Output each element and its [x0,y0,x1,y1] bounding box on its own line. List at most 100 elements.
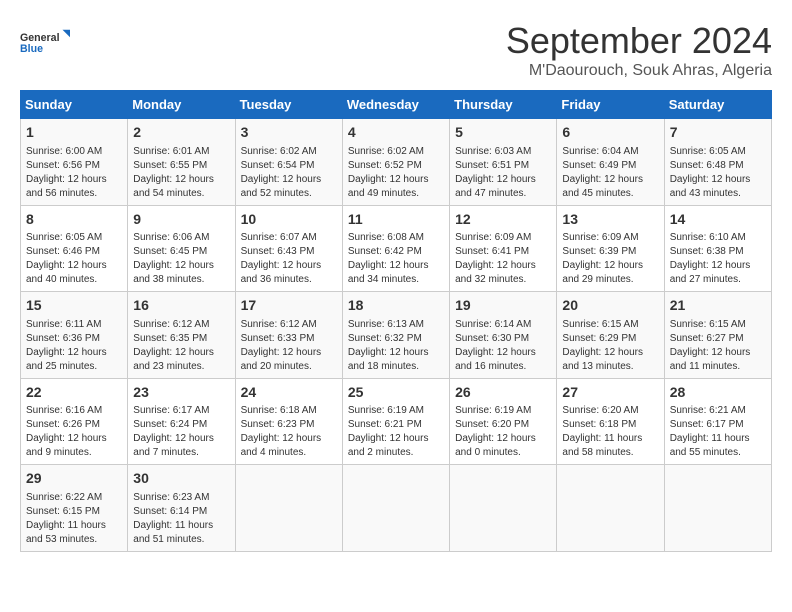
calendar-day-cell: 15Sunrise: 6:11 AM Sunset: 6:36 PM Dayli… [21,292,128,379]
calendar-day-cell: 27Sunrise: 6:20 AM Sunset: 6:18 PM Dayli… [557,378,664,465]
day-number: 10 [241,210,337,230]
calendar-day-cell: 24Sunrise: 6:18 AM Sunset: 6:23 PM Dayli… [235,378,342,465]
day-info: Sunrise: 6:22 AM Sunset: 6:15 PM Dayligh… [26,491,122,547]
day-number: 26 [455,383,551,403]
day-info: Sunrise: 6:04 AM Sunset: 6:49 PM Dayligh… [562,145,658,201]
svg-text:General: General [20,32,60,44]
day-info: Sunrise: 6:14 AM Sunset: 6:30 PM Dayligh… [455,318,551,374]
day-number: 11 [348,210,444,230]
calendar-day-cell: 7Sunrise: 6:05 AM Sunset: 6:48 PM Daylig… [664,119,771,206]
calendar-week-row: 8Sunrise: 6:05 AM Sunset: 6:46 PM Daylig… [21,205,772,292]
day-info: Sunrise: 6:12 AM Sunset: 6:35 PM Dayligh… [133,318,229,374]
day-number: 29 [26,469,122,489]
day-info: Sunrise: 6:20 AM Sunset: 6:18 PM Dayligh… [562,404,658,460]
day-header: Sunday [21,91,128,119]
day-number: 27 [562,383,658,403]
day-info: Sunrise: 6:06 AM Sunset: 6:45 PM Dayligh… [133,231,229,287]
calendar-day-cell: 10Sunrise: 6:07 AM Sunset: 6:43 PM Dayli… [235,205,342,292]
logo-icon: General Blue [20,20,70,65]
day-header: Wednesday [342,91,449,119]
day-number: 22 [26,383,122,403]
calendar-day-cell [342,465,449,552]
calendar-day-cell: 26Sunrise: 6:19 AM Sunset: 6:20 PM Dayli… [450,378,557,465]
calendar-day-cell [450,465,557,552]
title-block: September 2024 M'Daourouch, Souk Ahras, … [506,20,772,80]
calendar-day-cell: 13Sunrise: 6:09 AM Sunset: 6:39 PM Dayli… [557,205,664,292]
calendar-day-cell: 11Sunrise: 6:08 AM Sunset: 6:42 PM Dayli… [342,205,449,292]
calendar-day-cell: 18Sunrise: 6:13 AM Sunset: 6:32 PM Dayli… [342,292,449,379]
calendar-day-cell: 4Sunrise: 6:02 AM Sunset: 6:52 PM Daylig… [342,119,449,206]
calendar-day-cell: 16Sunrise: 6:12 AM Sunset: 6:35 PM Dayli… [128,292,235,379]
calendar-day-cell: 25Sunrise: 6:19 AM Sunset: 6:21 PM Dayli… [342,378,449,465]
calendar-week-row: 22Sunrise: 6:16 AM Sunset: 6:26 PM Dayli… [21,378,772,465]
calendar-day-cell: 20Sunrise: 6:15 AM Sunset: 6:29 PM Dayli… [557,292,664,379]
calendar-day-cell: 29Sunrise: 6:22 AM Sunset: 6:15 PM Dayli… [21,465,128,552]
day-number: 7 [670,123,766,143]
calendar-day-cell: 28Sunrise: 6:21 AM Sunset: 6:17 PM Dayli… [664,378,771,465]
day-number: 25 [348,383,444,403]
day-number: 5 [455,123,551,143]
calendar-day-cell: 21Sunrise: 6:15 AM Sunset: 6:27 PM Dayli… [664,292,771,379]
calendar-day-cell: 30Sunrise: 6:23 AM Sunset: 6:14 PM Dayli… [128,465,235,552]
day-header: Tuesday [235,91,342,119]
day-info: Sunrise: 6:18 AM Sunset: 6:23 PM Dayligh… [241,404,337,460]
header-row: SundayMondayTuesdayWednesdayThursdayFrid… [21,91,772,119]
day-info: Sunrise: 6:00 AM Sunset: 6:56 PM Dayligh… [26,145,122,201]
calendar-day-cell: 6Sunrise: 6:04 AM Sunset: 6:49 PM Daylig… [557,119,664,206]
day-info: Sunrise: 6:19 AM Sunset: 6:20 PM Dayligh… [455,404,551,460]
day-info: Sunrise: 6:17 AM Sunset: 6:24 PM Dayligh… [133,404,229,460]
day-number: 16 [133,296,229,316]
location: M'Daourouch, Souk Ahras, Algeria [506,62,772,80]
day-info: Sunrise: 6:16 AM Sunset: 6:26 PM Dayligh… [26,404,122,460]
calendar-day-cell: 23Sunrise: 6:17 AM Sunset: 6:24 PM Dayli… [128,378,235,465]
day-number: 24 [241,383,337,403]
day-number: 12 [455,210,551,230]
day-number: 6 [562,123,658,143]
day-number: 30 [133,469,229,489]
month-title: September 2024 [506,20,772,62]
day-info: Sunrise: 6:02 AM Sunset: 6:52 PM Dayligh… [348,145,444,201]
day-number: 23 [133,383,229,403]
day-info: Sunrise: 6:23 AM Sunset: 6:14 PM Dayligh… [133,491,229,547]
day-number: 3 [241,123,337,143]
calendar-week-row: 29Sunrise: 6:22 AM Sunset: 6:15 PM Dayli… [21,465,772,552]
day-number: 14 [670,210,766,230]
day-info: Sunrise: 6:07 AM Sunset: 6:43 PM Dayligh… [241,231,337,287]
day-number: 9 [133,210,229,230]
day-info: Sunrise: 6:09 AM Sunset: 6:39 PM Dayligh… [562,231,658,287]
day-header: Friday [557,91,664,119]
day-info: Sunrise: 6:15 AM Sunset: 6:27 PM Dayligh… [670,318,766,374]
day-info: Sunrise: 6:10 AM Sunset: 6:38 PM Dayligh… [670,231,766,287]
calendar-day-cell: 3Sunrise: 6:02 AM Sunset: 6:54 PM Daylig… [235,119,342,206]
day-number: 13 [562,210,658,230]
day-info: Sunrise: 6:03 AM Sunset: 6:51 PM Dayligh… [455,145,551,201]
calendar-day-cell: 1Sunrise: 6:00 AM Sunset: 6:56 PM Daylig… [21,119,128,206]
calendar-day-cell: 17Sunrise: 6:12 AM Sunset: 6:33 PM Dayli… [235,292,342,379]
day-number: 1 [26,123,122,143]
day-number: 21 [670,296,766,316]
page-header: General Blue September 2024 M'Daourouch,… [20,20,772,80]
day-info: Sunrise: 6:15 AM Sunset: 6:29 PM Dayligh… [562,318,658,374]
calendar-day-cell: 9Sunrise: 6:06 AM Sunset: 6:45 PM Daylig… [128,205,235,292]
calendar-day-cell [235,465,342,552]
calendar-week-row: 15Sunrise: 6:11 AM Sunset: 6:36 PM Dayli… [21,292,772,379]
day-header: Monday [128,91,235,119]
day-number: 2 [133,123,229,143]
calendar-day-cell [664,465,771,552]
calendar-day-cell [557,465,664,552]
day-number: 18 [348,296,444,316]
day-number: 8 [26,210,122,230]
day-info: Sunrise: 6:13 AM Sunset: 6:32 PM Dayligh… [348,318,444,374]
day-info: Sunrise: 6:19 AM Sunset: 6:21 PM Dayligh… [348,404,444,460]
calendar-day-cell: 8Sunrise: 6:05 AM Sunset: 6:46 PM Daylig… [21,205,128,292]
day-number: 19 [455,296,551,316]
calendar-week-row: 1Sunrise: 6:00 AM Sunset: 6:56 PM Daylig… [21,119,772,206]
day-header: Thursday [450,91,557,119]
day-info: Sunrise: 6:21 AM Sunset: 6:17 PM Dayligh… [670,404,766,460]
calendar-day-cell: 14Sunrise: 6:10 AM Sunset: 6:38 PM Dayli… [664,205,771,292]
calendar-day-cell: 22Sunrise: 6:16 AM Sunset: 6:26 PM Dayli… [21,378,128,465]
day-number: 28 [670,383,766,403]
calendar-day-cell: 5Sunrise: 6:03 AM Sunset: 6:51 PM Daylig… [450,119,557,206]
day-info: Sunrise: 6:08 AM Sunset: 6:42 PM Dayligh… [348,231,444,287]
calendar-table: SundayMondayTuesdayWednesdayThursdayFrid… [20,90,772,552]
